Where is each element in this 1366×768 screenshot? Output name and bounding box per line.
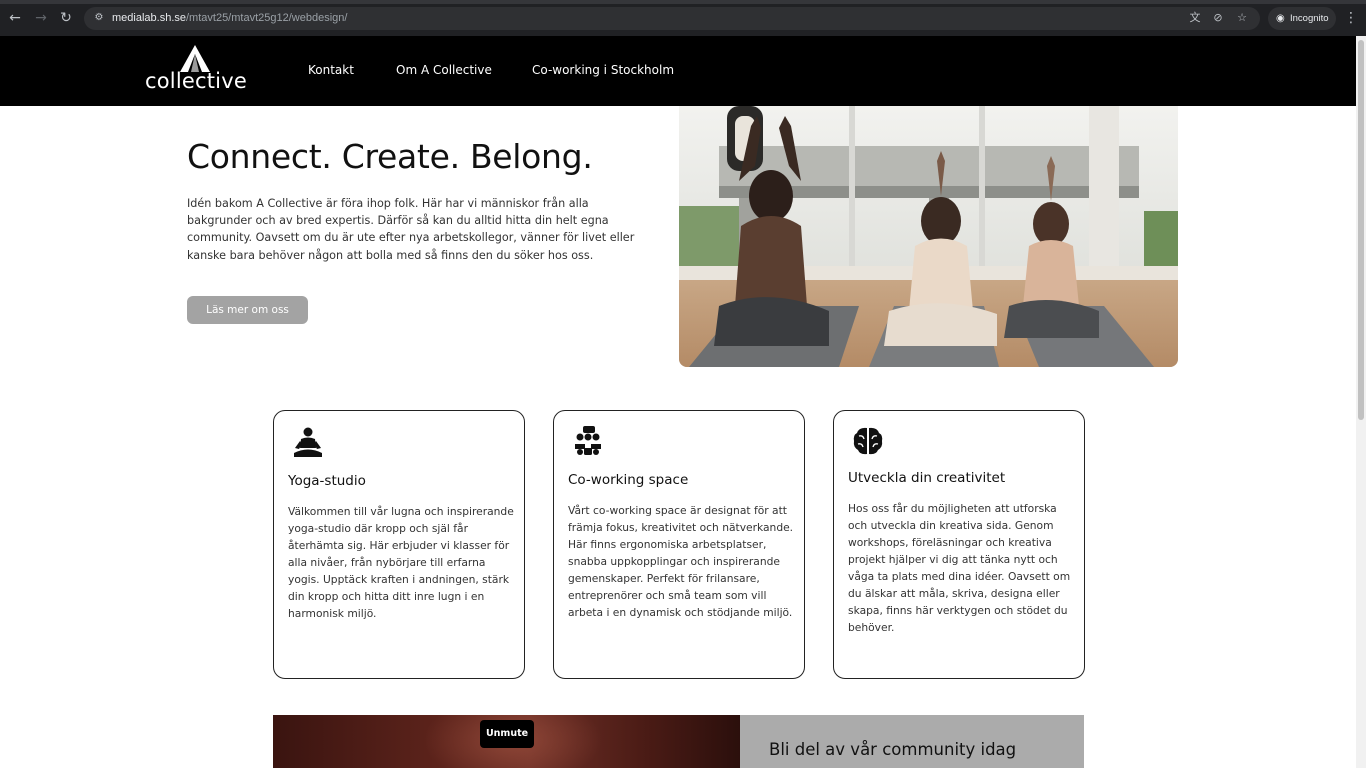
card-title: Utveckla din creativitet bbox=[848, 470, 1006, 486]
incognito-badge[interactable]: ◉ Incognito bbox=[1268, 7, 1336, 30]
incognito-icon: ◉ bbox=[1276, 13, 1285, 24]
community-section: Unmute Bli del av vår community idag bbox=[273, 715, 1084, 768]
card-creativity: Utveckla din creativitet Hos oss får du … bbox=[833, 410, 1085, 679]
people-group-icon bbox=[575, 426, 601, 455]
browser-toolbar: ← → ↻ ⚙ medialab.sh.se/mtavt25/mtavt25g1… bbox=[0, 0, 1366, 36]
hero-image-yoga bbox=[679, 106, 1178, 367]
star-icon[interactable]: ☆ bbox=[1235, 11, 1249, 25]
hero-title: Connect. Create. Belong. bbox=[187, 137, 593, 176]
back-arrow-icon[interactable]: ← bbox=[6, 9, 24, 27]
kebab-menu-icon[interactable]: ⋮ bbox=[1344, 9, 1358, 27]
url-host: medialab.sh.se bbox=[112, 12, 186, 24]
address-bar[interactable]: ⚙ medialab.sh.se/mtavt25/mtavt25g12/webd… bbox=[84, 7, 1260, 30]
scrollbar-thumb[interactable] bbox=[1358, 40, 1364, 420]
brain-icon bbox=[853, 427, 883, 455]
nav-link-om-a-collective[interactable]: Om A Collective bbox=[396, 62, 492, 79]
unmute-button[interactable]: Unmute bbox=[480, 720, 534, 748]
page-scrollbar[interactable] bbox=[1356, 36, 1366, 768]
yoga-photo bbox=[679, 106, 1178, 367]
url-path: /mtavt25/mtavt25g12/webdesign/ bbox=[186, 12, 348, 24]
card-co-working: Co-working space Vårt co-working space ä… bbox=[553, 410, 805, 679]
card-title: Yoga-studio bbox=[288, 473, 366, 489]
community-title: Bli del av vår community idag bbox=[769, 740, 1017, 759]
forward-arrow-icon[interactable]: → bbox=[32, 9, 50, 27]
hero-text: Idén bakom A Collective är föra ihop fol… bbox=[187, 197, 635, 262]
url-text[interactable]: medialab.sh.se/mtavt25/mtavt25g12/webdes… bbox=[112, 11, 347, 26]
card-text: Välkommen till vår lugna och inspirerand… bbox=[288, 505, 514, 620]
card-text: Hos oss får du möjligheten att utforska … bbox=[848, 502, 1071, 634]
site-info-icon[interactable]: ⚙ bbox=[92, 11, 106, 25]
card-title: Co-working space bbox=[568, 472, 689, 488]
read-more-button[interactable]: Läs mer om oss bbox=[187, 296, 308, 324]
nav-link-co-working[interactable]: Co-working i Stockholm bbox=[532, 62, 674, 79]
card-text: Vårt co-working space är designat för at… bbox=[568, 504, 794, 619]
community-panel: Bli del av vår community idag bbox=[740, 715, 1084, 768]
background-video[interactable]: Unmute bbox=[273, 715, 740, 768]
card-yoga-studio: Yoga-studio Välkommen till vår lugna och… bbox=[273, 410, 525, 679]
nav-link-kontakt[interactable]: Kontakt bbox=[308, 62, 354, 79]
meditation-icon bbox=[294, 427, 322, 457]
eye-off-icon[interactable]: ⊘ bbox=[1211, 11, 1225, 25]
site-header: collective Kontakt Om A Collective Co-wo… bbox=[0, 36, 1356, 106]
translate-icon[interactable]: 文 bbox=[1188, 11, 1202, 25]
tab-strip bbox=[0, 0, 1366, 4]
logo[interactable]: collective bbox=[144, 45, 247, 97]
reload-icon[interactable]: ↻ bbox=[57, 9, 75, 27]
incognito-label: Incognito bbox=[1290, 13, 1329, 24]
logo-text: collective bbox=[145, 69, 247, 93]
